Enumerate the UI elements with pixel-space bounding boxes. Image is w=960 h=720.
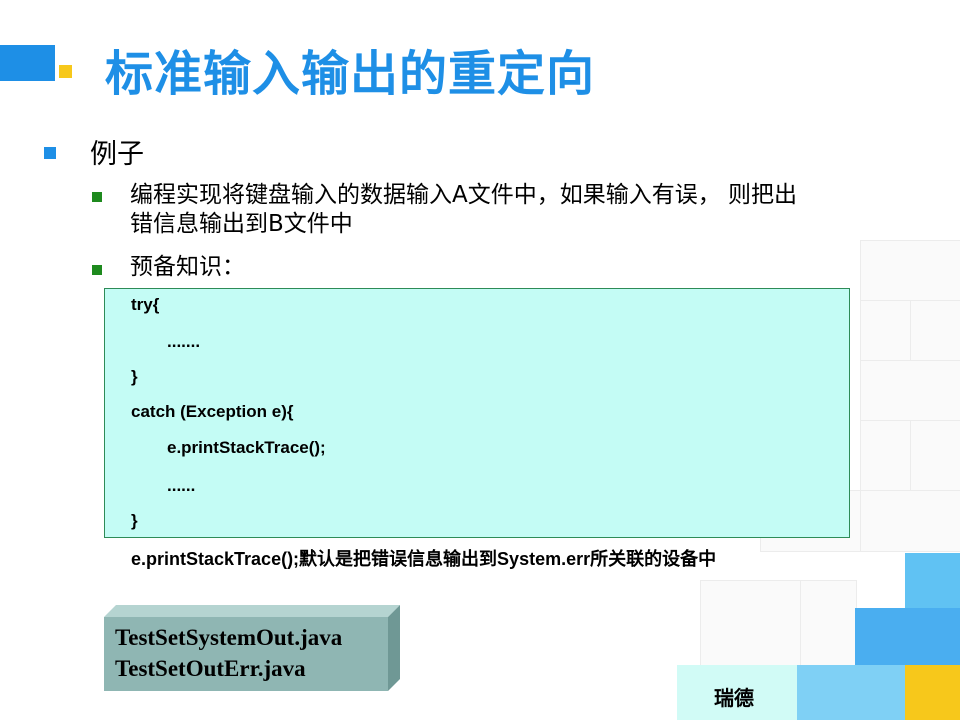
- bg-block-blue: [905, 553, 960, 608]
- bg-grid-cell: [700, 580, 802, 667]
- code-line: catch (Exception e){: [131, 402, 294, 421]
- bg-grid-cell: [910, 420, 960, 492]
- page-title: 标准输入输出的重定向: [105, 46, 596, 102]
- header-accent-bar: [0, 45, 55, 81]
- bullet-text-example: 例子: [90, 139, 144, 170]
- bullet-text-task-line-1: 编程实现将键盘输入的数据输入A文件中，如果输入有误， 则把出: [130, 182, 798, 208]
- header-accent-square: [59, 65, 72, 78]
- bg-grid-cell: [860, 360, 960, 422]
- code-line: ......: [167, 476, 196, 495]
- bg-block-blue: [797, 665, 905, 720]
- bg-grid-cell: [860, 240, 960, 302]
- files-box-top-face: [104, 605, 400, 617]
- bg-grid-cell: [860, 300, 912, 362]
- bullet-marker: [92, 265, 102, 275]
- bullet-marker: [44, 147, 56, 159]
- footer-label: 瑞德: [714, 686, 754, 710]
- code-line: try{: [131, 295, 160, 314]
- bg-grid-cell: [860, 490, 960, 552]
- bullet-text-task-line-2: 错信息输出到B文件中: [130, 211, 353, 237]
- bullet-marker: [92, 192, 102, 202]
- files-box-side-face: [388, 605, 400, 691]
- code-line: e.printStackTrace();: [167, 438, 326, 457]
- bg-grid-cell: [860, 420, 912, 492]
- bg-grid-cell: [800, 580, 857, 667]
- file-name: TestSetOutErr.java: [115, 656, 306, 681]
- bullet-text-prereq: 预备知识：: [130, 254, 245, 280]
- bg-grid-cell: [910, 300, 960, 362]
- file-name: TestSetSystemOut.java: [115, 625, 343, 650]
- bg-block-yellow: [905, 665, 960, 720]
- code-line: }: [131, 367, 138, 386]
- bg-block-blue: [855, 608, 960, 665]
- code-line: .......: [167, 332, 201, 351]
- code-note: e.printStackTrace();默认是把错误信息输出到System.er…: [131, 549, 717, 569]
- code-line: }: [131, 511, 138, 530]
